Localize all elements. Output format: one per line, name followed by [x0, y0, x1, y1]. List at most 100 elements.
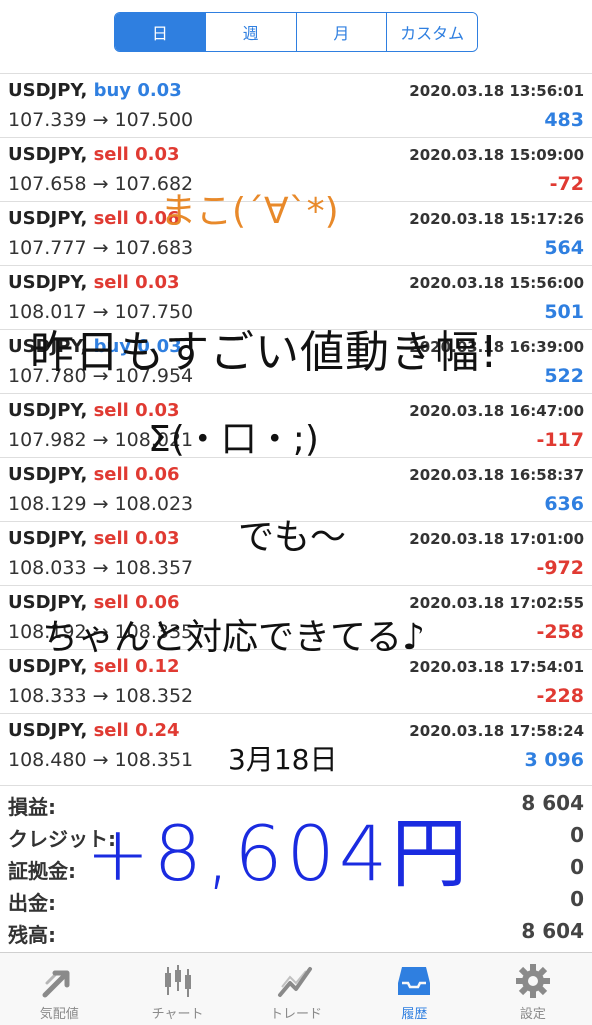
trade-prices: 108.480 → 108.351: [8, 749, 194, 771]
trade-profit: 3 096: [524, 749, 585, 771]
close-price: 108.351: [114, 749, 194, 771]
summary-label: 証拠金:: [8, 859, 76, 883]
close-price: 108.023: [114, 493, 194, 515]
open-price: 107.777: [8, 237, 87, 259]
trade-date: 2020.03.18 17:54:01: [409, 658, 584, 676]
trade-prices: 108.333 → 108.352: [8, 685, 194, 707]
trade-type: sell 0.03: [94, 528, 180, 549]
open-price: 107.982: [8, 429, 87, 451]
bottom-tab-chart[interactable]: チャート: [118, 953, 236, 1025]
summary-value: 0: [570, 855, 584, 879]
open-price: 107.339: [8, 109, 87, 131]
summary-value: 8 604: [521, 919, 584, 943]
handwritten-note-line3: でも〜: [238, 517, 347, 558]
trade-type: sell 0.03: [94, 144, 180, 165]
trade-volume: 0.03: [135, 528, 180, 549]
trade-profit: -258: [536, 621, 584, 643]
handwritten-date-note: 3月18日: [228, 743, 338, 776]
trade-profit: 501: [544, 301, 584, 323]
trade-prices: 108.033 → 108.357: [8, 557, 194, 579]
tab-label: 気配値: [39, 1007, 79, 1022]
trade-date: 2020.03.18 13:56:01: [409, 82, 584, 100]
trade-type-text: sell: [93, 208, 129, 229]
trade-prices: 107.777 → 107.683: [8, 237, 194, 259]
tab-month[interactable]: 月: [296, 13, 388, 51]
trade-date: 2020.03.18 15:17:26: [409, 210, 584, 228]
history-tray-icon: [398, 967, 431, 995]
trade-profit: 564: [544, 237, 584, 259]
summary-label: 残高:: [8, 923, 56, 947]
symbol-text: USDJPY,: [8, 464, 88, 485]
trade-profit: 522: [544, 365, 584, 387]
close-price: 108.357: [114, 557, 194, 579]
quotes-arrow-icon: [42, 970, 70, 998]
trade-date: 2020.03.18 16:47:00: [409, 402, 584, 420]
symbol-text: USDJPY,: [8, 80, 88, 101]
tab-label: チャート: [151, 1007, 204, 1022]
trade-symbol: USDJPY, sell 0.06: [8, 208, 180, 229]
close-price: 107.500: [114, 109, 194, 131]
candlestick-chart-icon: [164, 965, 191, 997]
open-price: 107.658: [8, 173, 87, 195]
trade-prices: 108.129 → 108.023: [8, 493, 194, 515]
trade-type-text: sell: [93, 144, 129, 165]
symbol-text: USDJPY,: [8, 400, 88, 421]
bottom-tab-settings[interactable]: 設定: [474, 953, 592, 1025]
trade-date: 2020.03.18 15:56:00: [409, 274, 584, 292]
trade-date: 2020.03.18 15:09:00: [409, 146, 584, 164]
trade-volume: 0.24: [135, 720, 180, 741]
trade-profit: -72: [549, 173, 584, 195]
period-segmented-control: 日 週 月 カスタム: [114, 12, 478, 52]
handwritten-note-line1: 昨日もすごい値動き幅!: [30, 327, 499, 378]
bottom-tab-history[interactable]: 履歴: [355, 953, 473, 1025]
trade-symbol: USDJPY, sell 0.03: [8, 528, 180, 549]
close-price: 107.683: [114, 237, 194, 259]
trade-type-text: sell: [93, 272, 129, 293]
summary-row-balance: 残高: 8 604: [0, 914, 592, 947]
bottom-tab-bar: 気配値 チャート トレード 履歴 設定: [0, 952, 592, 1025]
trade-type-text: sell: [93, 528, 129, 549]
summary-value: 0: [570, 823, 584, 847]
trade-symbol: USDJPY, sell 0.24: [8, 720, 180, 741]
summary-value: 8 604: [521, 791, 584, 815]
trade-date: 2020.03.18 17:58:24: [409, 722, 584, 740]
summary-value: 0: [570, 887, 584, 911]
trade-type: sell 0.03: [94, 272, 180, 293]
summary-label: 出金:: [8, 891, 56, 915]
symbol-text: USDJPY,: [8, 272, 88, 293]
trade-volume: 0.06: [135, 464, 180, 485]
handwritten-face-note: まこ(´∀`*): [160, 191, 339, 232]
tab-label: 履歴: [401, 1007, 428, 1022]
open-price: 108.033: [8, 557, 87, 579]
trade-symbol: USDJPY, sell 0.06: [8, 464, 180, 485]
tab-day[interactable]: 日: [115, 13, 206, 51]
trade-row[interactable]: USDJPY, buy 0.03 2020.03.18 13:56:01 107.3…: [0, 73, 592, 137]
handwritten-note-line4: ちゃんと対応できてる♪: [42, 617, 425, 658]
trade-volume: 0.03: [137, 80, 182, 101]
tab-custom[interactable]: カスタム: [387, 13, 477, 51]
tab-week[interactable]: 週: [205, 13, 297, 51]
trade-type-text: sell: [93, 464, 129, 485]
gear-icon: [515, 964, 550, 998]
trade-profit: -228: [536, 685, 584, 707]
tab-label: 設定: [519, 1007, 546, 1022]
trade-type: sell 0.24: [94, 720, 180, 741]
trade-symbol: USDJPY, sell 0.03: [8, 272, 180, 293]
symbol-text: USDJPY,: [8, 144, 88, 165]
trade-type-text: sell: [93, 400, 129, 421]
trade-date: 2020.03.18 17:02:55: [409, 594, 584, 612]
trade-type: sell 0.06: [94, 464, 180, 485]
trade-type-text: sell: [93, 720, 129, 741]
trade-volume: 0.03: [135, 272, 180, 293]
open-price: 108.333: [8, 685, 87, 707]
bottom-tab-trade[interactable]: トレード: [237, 953, 355, 1025]
trade-profit: -972: [536, 557, 584, 579]
symbol-text: USDJPY,: [8, 208, 88, 229]
handwritten-note-line2: Σ(・口・;): [148, 419, 319, 460]
trade-date: 2020.03.18 16:58:37: [409, 466, 584, 484]
trade-type-text: buy: [93, 80, 132, 101]
bottom-tab-quotes[interactable]: 気配値: [0, 953, 118, 1025]
trade-type: buy 0.03: [94, 80, 182, 101]
tab-label: トレード: [270, 1007, 323, 1022]
trade-volume: 0.03: [135, 144, 180, 165]
